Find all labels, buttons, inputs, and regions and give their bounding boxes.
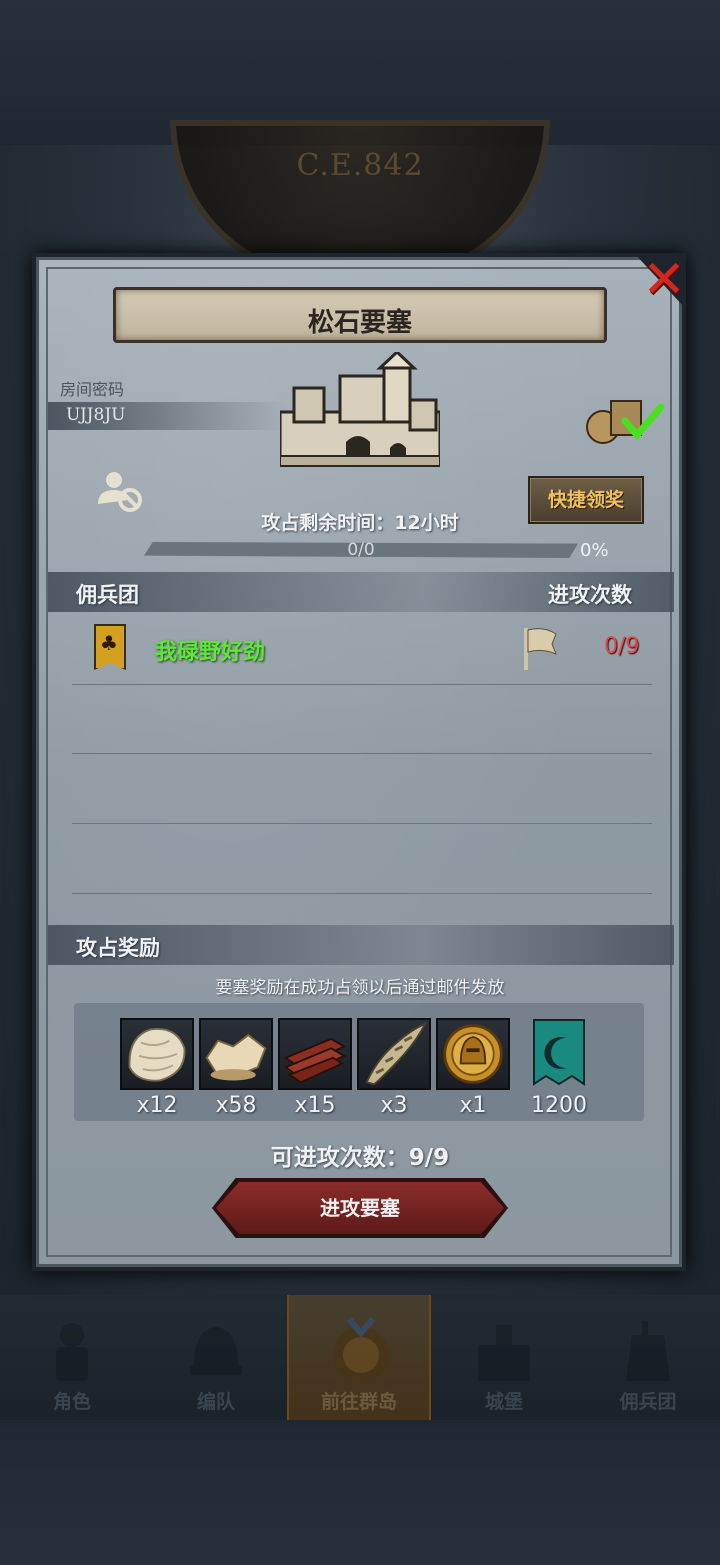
reward-qty: x1 (459, 1093, 487, 1118)
tab-label: 角色 (52, 1391, 91, 1413)
attack-fortress-label: 进攻要塞 (320, 1196, 400, 1220)
room-code-value: UJJ8JU (66, 405, 126, 425)
capture-progress-text: 0/0 (347, 540, 375, 560)
helmet-icon (190, 1327, 242, 1375)
mercenary-icon (626, 1321, 670, 1381)
reward-claimed-icon (586, 400, 665, 444)
reward-qty: x58 (215, 1093, 257, 1118)
reward-item[interactable] (357, 1018, 431, 1090)
fortress-title: 松石要塞 (307, 308, 412, 338)
pelt-icon (128, 1027, 186, 1082)
room-code-label: 房间密码 (60, 380, 125, 399)
guild-banner-moon-icon (533, 1019, 585, 1086)
row-divider (72, 823, 652, 824)
tab-go-to-islands[interactable]: 前往群岛 (287, 1295, 431, 1420)
screen-bottom-bar (0, 1420, 720, 1565)
title-banner: 松石要塞 (113, 287, 607, 343)
reward-item[interactable] (120, 1018, 194, 1090)
capture-progress-percent: 0% (580, 540, 609, 561)
attack-count-header: 进攻次数 (548, 583, 632, 607)
tab-label: 佣兵团 (619, 1391, 677, 1413)
tab-label: 前往群岛 (320, 1391, 397, 1413)
row-divider (72, 893, 652, 894)
flag-icon (524, 628, 557, 670)
gold-helmet-coin-icon (443, 1024, 503, 1084)
tab-castle[interactable]: 城堡 (432, 1295, 576, 1420)
row-divider (72, 753, 652, 754)
reward-item[interactable] (436, 1018, 510, 1090)
compass-icon (333, 1317, 389, 1383)
mercenary-section-title: 佣兵团 (76, 583, 139, 607)
row-divider (72, 684, 652, 685)
reward-item[interactable] (199, 1018, 273, 1090)
remaining-time: 攻占剩余时间：12小时 (261, 512, 459, 534)
fur-icon (205, 1033, 267, 1081)
tab-mercenary[interactable]: 佣兵团 (576, 1295, 720, 1420)
attack-count-value: 0/9 (604, 634, 640, 659)
knight-icon (56, 1323, 88, 1381)
tab-label: 编队 (196, 1391, 235, 1413)
reward-item[interactable] (278, 1018, 352, 1090)
close-icon[interactable]: ✕ (640, 254, 688, 306)
reward-section-title: 攻占奖励 (76, 936, 160, 960)
reward-qty: 1200 (531, 1093, 587, 1118)
reward-item[interactable] (522, 1018, 596, 1090)
reward-qty: x12 (136, 1093, 178, 1118)
tab-character[interactable]: 角色 (0, 1295, 144, 1420)
tab-formation[interactable]: 编队 (144, 1295, 288, 1420)
castle-icon (478, 1325, 530, 1381)
reward-qty: x15 (294, 1093, 336, 1118)
guild-name: 我碌野好劲 (155, 640, 266, 665)
fortress-castle-icon (280, 352, 440, 467)
attack-fortress-button[interactable]: 进攻要塞 (216, 1182, 504, 1234)
tab-label: 城堡 (484, 1391, 523, 1413)
horn-icon (365, 1021, 428, 1086)
attack-attempts: 可进攻次数：9/9 (270, 1145, 450, 1171)
reward-note: 要塞奖励在成功占领以后通过邮件发放 (215, 978, 505, 998)
guild-emblem-icon (94, 624, 126, 670)
era-label: C.E.842 (296, 148, 424, 183)
wood-planks-icon (283, 1037, 347, 1084)
reward-qty: x3 (380, 1093, 408, 1118)
